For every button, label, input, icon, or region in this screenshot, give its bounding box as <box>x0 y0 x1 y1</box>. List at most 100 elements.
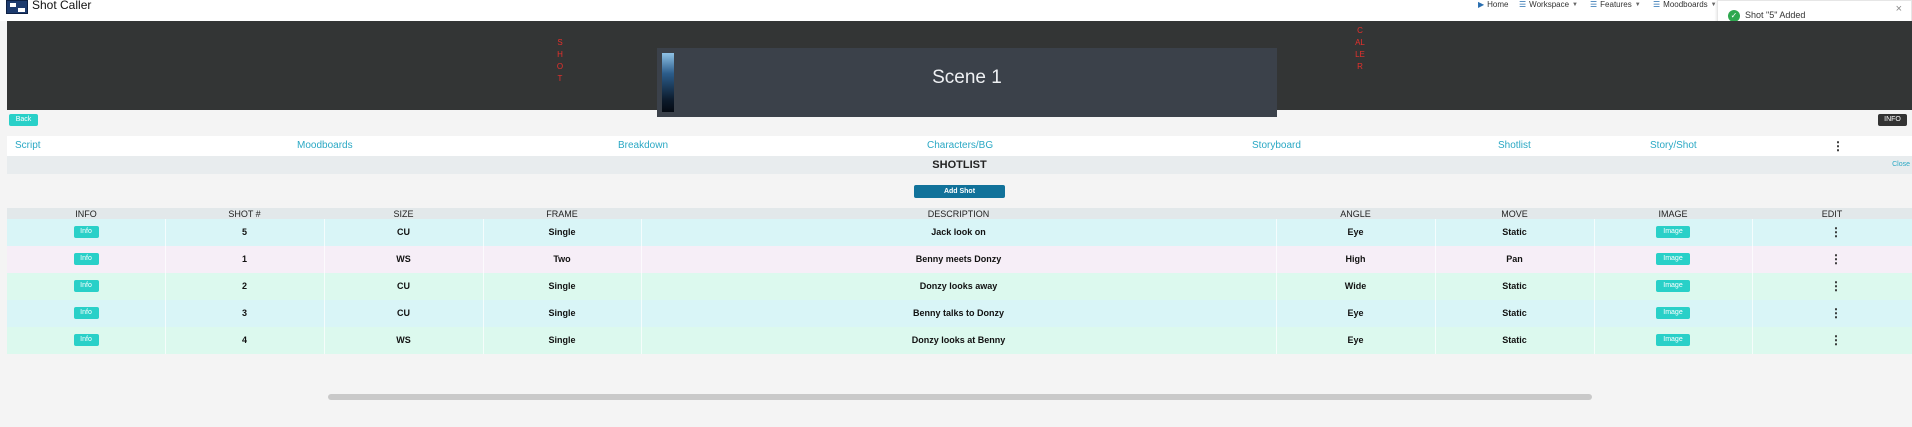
cell-size: CU <box>397 281 410 291</box>
tab-script[interactable]: Script <box>15 140 41 151</box>
nav-home-label: Home <box>1487 0 1509 9</box>
cell-description: Benny talks to Donzy <box>912 308 1004 318</box>
banner-left-vertical-text: SHOT <box>556 38 564 83</box>
app-logo-icon[interactable] <box>6 0 28 14</box>
table-row[interactable]: Info 2 CU Single Donzy looks away Wide Static I… <box>7 273 1912 300</box>
table-header: INFO SHOT # SIZE FRAME DESCRIPTION ANGLE… <box>7 208 1912 219</box>
chevron-down-icon: ▼ <box>1572 1 1578 8</box>
cell-size: CU <box>397 227 410 237</box>
cell-angle: Wide <box>1344 281 1367 291</box>
cell-shot-number: 4 <box>241 335 247 345</box>
table-row[interactable]: Info 5 CU Single Jack look on Eye Static Image ⋮ <box>7 219 1912 246</box>
chevron-down-icon: ▼ <box>1710 1 1717 8</box>
table-body: Info 5 CU Single Jack look on Eye Static Image ⋮… <box>7 219 1912 354</box>
play-icon: ▶ <box>1478 0 1485 9</box>
table-row[interactable]: Info 1 WS Two Benny meets Donzy High Pan Image ⋮ <box>7 246 1912 273</box>
col-header-size: SIZE <box>393 209 414 219</box>
tab-shotlist[interactable]: Shotlist <box>1498 140 1531 151</box>
close-icon[interactable]: × <box>1896 3 1902 15</box>
tab-story-shot[interactable]: Story/Shot <box>1650 140 1697 151</box>
info-button[interactable]: INFO <box>1878 114 1907 126</box>
row-edit-menu-icon[interactable]: ⋮ <box>1830 225 1842 239</box>
row-info-button[interactable]: Info <box>73 253 99 265</box>
row-info-button[interactable]: Info <box>73 280 99 292</box>
cell-description: Jack look on <box>931 227 986 237</box>
cell-shot-number: 2 <box>241 281 247 291</box>
row-image-button[interactable]: Image <box>1656 334 1690 346</box>
menu-icon: ☰ <box>1590 0 1598 9</box>
scene-banner: SHOT CALLER Scene 1 <box>7 21 1912 117</box>
cell-shot-number: 5 <box>241 227 247 237</box>
col-header-frame: FRAME <box>546 209 578 219</box>
menu-icon: ☰ <box>1519 0 1527 9</box>
row-edit-menu-icon[interactable]: ⋮ <box>1830 306 1842 320</box>
cell-move: Pan <box>1506 254 1523 264</box>
cell-move: Static <box>1502 281 1527 291</box>
row-edit-menu-icon[interactable]: ⋮ <box>1830 333 1842 347</box>
column-divider <box>1594 219 1595 246</box>
add-shot-button[interactable]: Add Shot <box>914 185 1005 198</box>
cell-frame: Single <box>548 335 576 345</box>
cell-angle: Eye <box>1347 335 1364 345</box>
column-divider <box>1752 246 1753 273</box>
section-title: SHOTLIST <box>932 159 987 171</box>
column-divider <box>1752 273 1753 300</box>
cell-move: Static <box>1502 227 1527 237</box>
app-brand[interactable]: Shot Caller <box>32 0 91 12</box>
row-image-button[interactable]: Image <box>1656 226 1690 238</box>
row-image-button[interactable]: Image <box>1656 280 1690 292</box>
nav-home[interactable]: ▶ Home <box>1478 0 1509 9</box>
menu-icon: ☰ <box>1653 0 1661 9</box>
chevron-down-icon: ▼ <box>1634 1 1641 8</box>
row-image-button[interactable]: Image <box>1656 307 1690 319</box>
col-header-description: DESCRIPTION <box>927 209 990 219</box>
table-row[interactable]: Info 4 WS Single Donzy looks at Benny Eye Stat… <box>7 327 1912 354</box>
cell-move: Static <box>1502 308 1527 318</box>
feature-tabs: Script Moodboards Breakdown Characters/B… <box>7 136 1912 156</box>
col-header-image: IMAGE <box>1658 209 1688 219</box>
column-divider <box>1752 327 1753 354</box>
horizontal-scrollbar[interactable] <box>328 394 1592 400</box>
cell-frame: Single <box>548 308 576 318</box>
row-image-button[interactable]: Image <box>1656 253 1690 265</box>
close-link[interactable]: Close <box>1892 161 1910 168</box>
table-row[interactable]: Info 3 CU Single Benny talks to Donzy Eye Stat… <box>7 300 1912 327</box>
cell-angle: Eye <box>1347 308 1364 318</box>
tab-storyboard[interactable]: Storyboard <box>1252 140 1301 151</box>
cell-description: Benny meets Donzy <box>915 254 1002 264</box>
nav-features[interactable]: ☰ Features ▼ <box>1590 0 1641 9</box>
column-divider <box>1594 327 1595 354</box>
column-divider <box>1752 300 1753 327</box>
scene-header: Scene 1 <box>657 48 1277 117</box>
row-info-button[interactable]: Info <box>73 307 99 319</box>
shotlist-table: INFO SHOT # SIZE FRAME DESCRIPTION ANGLE… <box>7 208 1912 354</box>
column-divider <box>1594 300 1595 327</box>
nav-moodboards[interactable]: ☰ Moodboards ▼ <box>1653 0 1717 9</box>
nav-workspace[interactable]: ☰ Workspace ▼ <box>1519 0 1578 9</box>
row-edit-menu-icon[interactable]: ⋮ <box>1830 279 1842 293</box>
row-info-button[interactable]: Info <box>73 334 99 346</box>
tab-breakdown[interactable]: Breakdown <box>618 140 668 151</box>
column-divider <box>1752 219 1753 246</box>
column-divider <box>1594 246 1595 273</box>
tab-characters-bg[interactable]: Characters/BG <box>927 140 993 151</box>
nav-workspace-label: Workspace <box>1529 0 1570 9</box>
more-options-icon[interactable]: ⋮ <box>1832 139 1844 153</box>
cell-frame: Single <box>548 227 576 237</box>
col-header-angle: ANGLE <box>1340 209 1371 219</box>
back-button[interactable]: Back <box>9 114 38 126</box>
row-edit-menu-icon[interactable]: ⋮ <box>1830 252 1842 266</box>
col-header-info: INFO <box>75 209 97 219</box>
row-info-button[interactable]: Info <box>73 226 99 238</box>
nav-features-label: Features <box>1600 0 1632 9</box>
column-divider <box>1594 273 1595 300</box>
cell-description: Donzy looks away <box>919 281 998 291</box>
col-header-edit: EDIT <box>1821 209 1843 219</box>
col-header-shot: SHOT # <box>228 209 261 219</box>
tab-moodboards[interactable]: Moodboards <box>297 140 353 151</box>
cell-angle: High <box>1345 254 1366 264</box>
nav-moodboards-label: Moodboards <box>1663 0 1708 9</box>
cell-frame: Two <box>553 254 571 264</box>
cell-size: WS <box>396 335 411 345</box>
cell-move: Static <box>1502 335 1527 345</box>
